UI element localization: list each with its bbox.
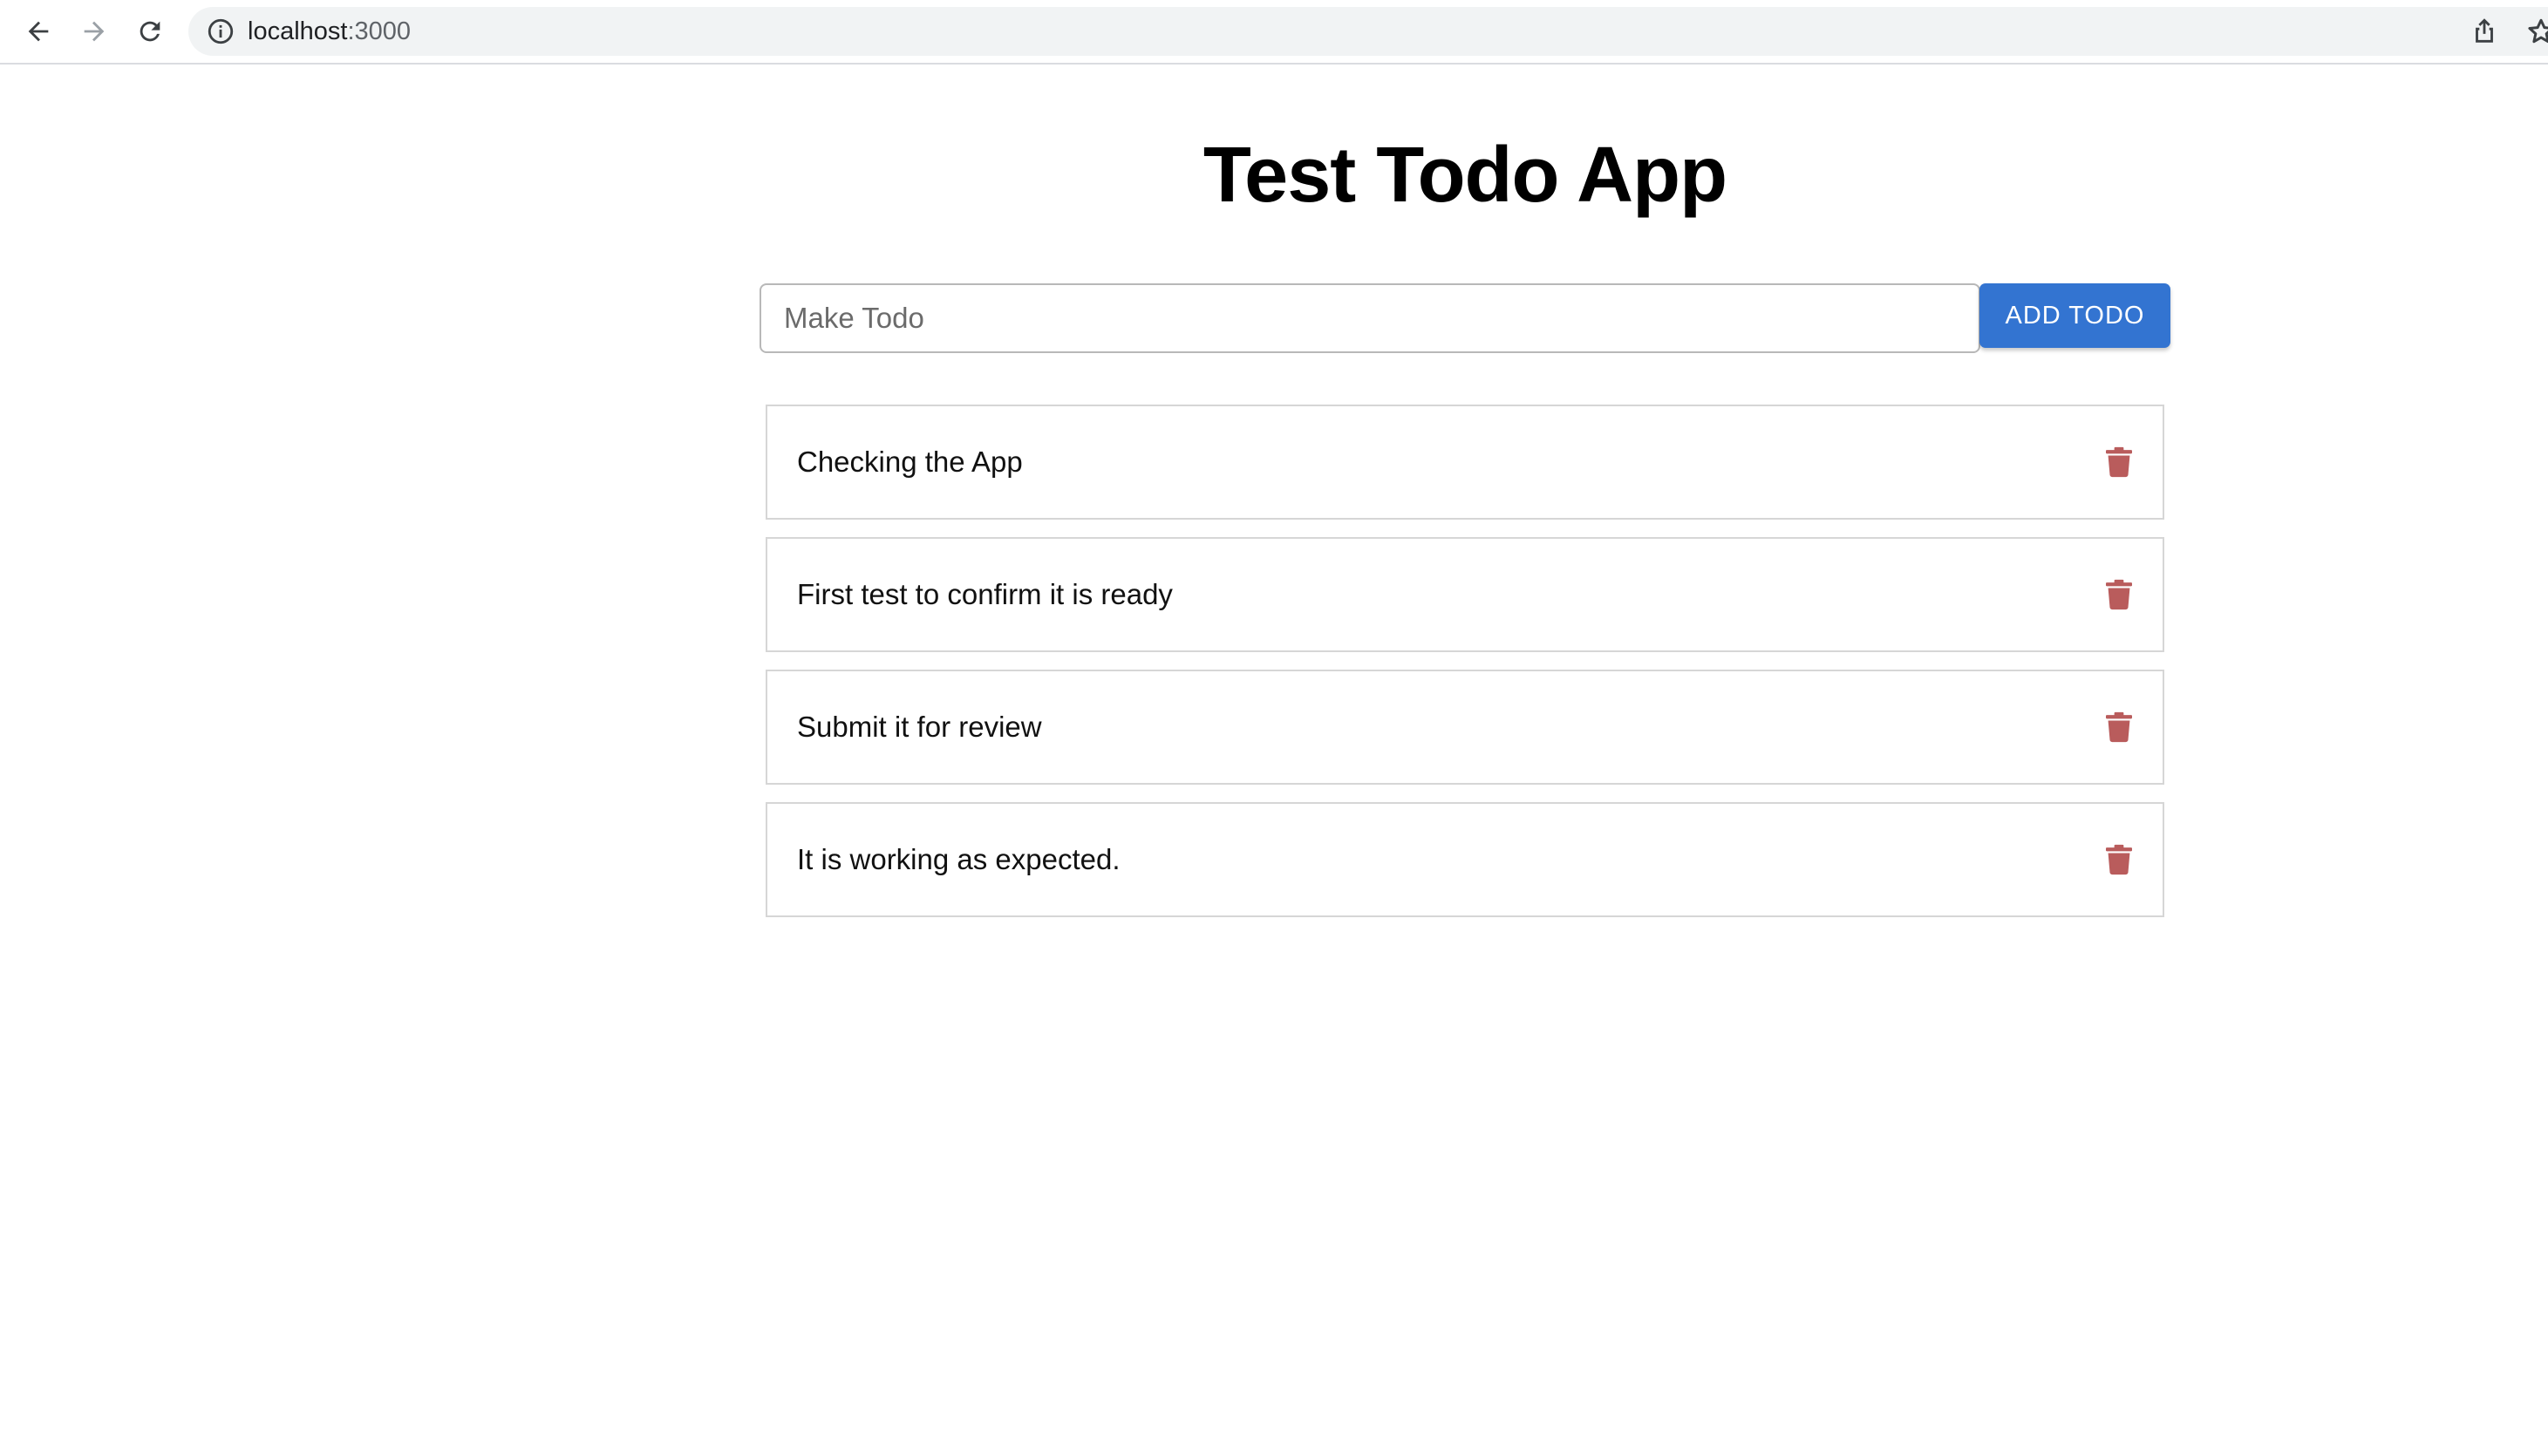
url-host: localhost <box>248 17 348 45</box>
info-icon[interactable] <box>206 17 235 46</box>
forward-button[interactable] <box>72 9 117 54</box>
todo-item: Submit it for review <box>766 670 2164 785</box>
trash-icon <box>2106 446 2132 478</box>
delete-todo-button[interactable] <box>2102 710 2136 745</box>
url-port: :3000 <box>347 17 412 45</box>
todo-text: Checking the App <box>797 446 1023 478</box>
bookmark-star-icon[interactable] <box>2525 16 2548 47</box>
todo-text: Submit it for review <box>797 711 1042 743</box>
todo-item: It is working as expected. <box>766 802 2164 917</box>
arrow-right-icon <box>84 21 105 42</box>
todo-input[interactable] <box>760 283 1980 353</box>
trash-icon <box>2106 579 2132 610</box>
todo-text: It is working as expected. <box>797 843 1121 875</box>
todo-list: Checking the App First test to confirm i… <box>766 405 2164 935</box>
reload-icon <box>140 21 160 42</box>
arrow-left-icon <box>28 21 49 42</box>
address-bar[interactable]: localhost:3000 <box>188 7 2548 56</box>
page-title: Test Todo App <box>1202 132 1727 219</box>
address-bar-url: localhost:3000 <box>248 7 411 56</box>
todo-item: Checking the App <box>766 405 2164 520</box>
trash-icon <box>2106 844 2132 875</box>
browser-toolbar: localhost:3000 <box>0 0 2548 65</box>
delete-todo-button[interactable] <box>2102 577 2136 612</box>
todo-item: First test to confirm it is ready <box>766 537 2164 652</box>
delete-todo-button[interactable] <box>2102 445 2136 480</box>
reload-button[interactable] <box>127 9 173 54</box>
todo-text: First test to confirm it is ready <box>797 578 1173 610</box>
delete-todo-button[interactable] <box>2102 842 2136 877</box>
share-icon[interactable] <box>2470 16 2499 47</box>
add-todo-button[interactable]: ADD TODO <box>1979 283 2170 348</box>
back-button[interactable] <box>16 9 61 54</box>
trash-icon <box>2106 711 2132 743</box>
